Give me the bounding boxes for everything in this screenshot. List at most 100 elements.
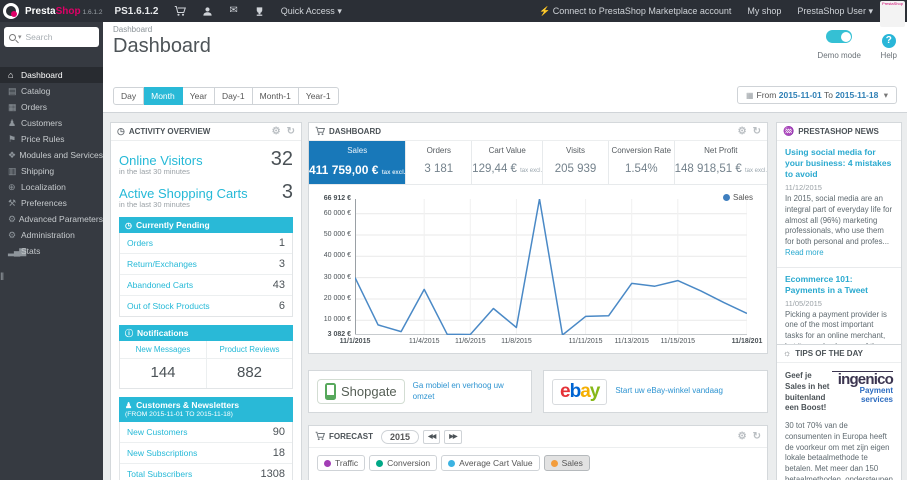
active-carts-link[interactable]: Active Shopping Carts <box>119 186 248 201</box>
new-subscriptions-link[interactable]: New Subscriptions <box>127 448 197 458</box>
article-title-link[interactable]: Using social media for your business: 4 … <box>785 147 893 180</box>
article-date: 11/12/2015 <box>785 183 822 193</box>
help-icon[interactable]: ? <box>881 34 896 48</box>
brand: PrestaShop 1.6.1.2 <box>25 6 102 17</box>
demo-mode-control: Demo mode <box>817 30 861 60</box>
search-box[interactable] <box>4 27 99 47</box>
article-date: 11/05/2015 <box>785 298 822 308</box>
toggle-average-cart-value[interactable]: Average Cart Value <box>441 455 540 471</box>
dashboard-panel-header: DASHBOARD <box>309 123 767 141</box>
toggle-sales[interactable]: Sales <box>543 455 590 471</box>
gear-icon[interactable] <box>738 127 747 137</box>
sidebar-item-customers[interactable]: Customers <box>0 115 103 131</box>
sidebar-item-dashboard[interactable]: Dashboard <box>0 67 103 83</box>
search-icon <box>9 33 16 41</box>
filter-year-1-button[interactable]: Year-1 <box>298 87 339 105</box>
ingenico-logo[interactable]: ingenico Payment services <box>831 371 894 414</box>
sidebar-collapse-button[interactable] <box>0 273 4 283</box>
x-axis-tick-label: 11/8/2015 <box>501 338 532 345</box>
forecast-year-button[interactable]: 2015 <box>381 429 420 444</box>
quick-access-menu[interactable]: Quick Access <box>281 6 342 16</box>
kpi-net-profit[interactable]: Net Profit 148 918,51 € tax excl. <box>673 141 767 184</box>
user-icon[interactable] <box>202 6 213 17</box>
tip-title: Geef je Sales in het buitenland een Boos… <box>785 371 830 413</box>
sidebar-item-advanced-parameters[interactable]: Advanced Parameters <box>0 211 103 227</box>
abandoned-carts-link[interactable]: Abandoned Carts <box>127 280 193 290</box>
my-shop-link[interactable]: My shop <box>747 6 781 16</box>
new-customers-link[interactable]: New Customers <box>127 427 187 437</box>
previous-year-button[interactable] <box>423 429 441 444</box>
x-axis-tick-label: 11/15/2015 <box>660 338 696 345</box>
sidebar-item-preferences[interactable]: Preferences <box>0 195 103 211</box>
wrench-icon <box>8 199 21 208</box>
filter-day-1-button[interactable]: Day-1 <box>214 87 253 105</box>
brand-shop: Shop <box>55 5 81 17</box>
shopgate-logo[interactable]: Shopgate <box>317 379 405 404</box>
sidebar-item-administration[interactable]: Administration <box>0 227 103 243</box>
product-reviews-link[interactable]: Product Reviews <box>206 341 292 360</box>
gear-icon[interactable] <box>272 127 281 137</box>
active-carts-subtext: in the last 30 minutes <box>119 200 190 209</box>
filter-day-button[interactable]: Day <box>113 87 145 105</box>
sidebar-item-stats[interactable]: Stats <box>0 243 103 259</box>
filter-month-1-button[interactable]: Month-1 <box>252 87 299 105</box>
topbar: PrestaShop1.6.1.2 PS1.6.1.2 Quick Access… <box>0 0 907 27</box>
kpi-conversion-rate[interactable]: Conversion Rate 1.54% <box>607 141 674 184</box>
help-label[interactable]: Help <box>881 51 897 60</box>
search-scope-caret-icon[interactable] <box>18 34 22 41</box>
product-reviews-value: 882 <box>206 359 292 389</box>
tip-body: 30 tot 70% van de consumenten in Europa … <box>785 421 893 480</box>
sidebar-item-shipping[interactable]: Shipping <box>0 163 103 179</box>
online-visitors-link[interactable]: Online Visitors <box>119 153 203 168</box>
out-of-stock-link[interactable]: Out of Stock Products <box>127 301 210 311</box>
total-subscribers-link[interactable]: Total Subscribers <box>127 469 192 479</box>
ps-version-label: PS1.6.1.2 <box>114 5 159 17</box>
ebay-link[interactable]: Start uw eBay-winkel vandaag <box>615 386 723 396</box>
trophy-icon[interactable] <box>254 6 265 17</box>
next-year-button[interactable] <box>444 429 462 444</box>
refresh-icon[interactable] <box>753 432 761 442</box>
shopgate-link[interactable]: Ga mobiel en verhoog uw omzet <box>413 381 523 402</box>
active-carts-value: 3 <box>281 181 293 203</box>
chart-legend[interactable]: Sales <box>722 193 753 202</box>
sidebar-item-orders[interactable]: Orders <box>0 99 103 115</box>
currently-pending-header: Currently Pending <box>119 217 293 234</box>
filter-month-button[interactable]: Month <box>144 87 183 105</box>
sidebar-item-price-rules[interactable]: Price Rules <box>0 131 103 147</box>
kpi-sales[interactable]: Sales 411 759,00 € tax excl. <box>309 141 406 184</box>
article-title-link[interactable]: Ecommerce 101: Payments in a Tweet <box>785 274 893 296</box>
y-axis-tick-label: 10 000 € <box>323 316 351 324</box>
read-more-link[interactable]: Read more <box>785 248 824 257</box>
toggle-conversion[interactable]: Conversion <box>369 455 438 471</box>
new-subscriptions-value: 18 <box>272 446 285 459</box>
avatar-caption: PrestaShop <box>882 1 903 6</box>
refresh-icon[interactable] <box>287 127 295 137</box>
kpi-cart-value[interactable]: Cart Value 129,44 € tax excl. <box>471 141 542 184</box>
envelope-icon[interactable] <box>229 6 237 16</box>
gear-icon[interactable] <box>738 432 747 442</box>
orders-value: 1 <box>278 237 285 250</box>
avatar[interactable]: PrestaShop <box>880 1 905 27</box>
kpi-visits[interactable]: Visits 205 939 <box>542 141 608 184</box>
y-axis-tick-label: 20 000 € <box>323 294 351 302</box>
sidebar-item-catalog[interactable]: Catalog <box>0 83 103 99</box>
sidebar-item-modules[interactable]: Modules and Services <box>0 147 103 163</box>
help-control[interactable]: ? Help <box>881 30 897 60</box>
returns-link[interactable]: Return/Exchanges <box>127 259 197 269</box>
orders-link[interactable]: Orders <box>127 238 153 248</box>
marketplace-link[interactable]: Connect to PrestaShop Marketplace accoun… <box>539 6 732 16</box>
ebay-logo[interactable]: ebay <box>552 378 608 405</box>
search-input[interactable] <box>25 32 86 42</box>
toggle-traffic[interactable]: Traffic <box>317 455 366 471</box>
cart-icon[interactable] <box>174 5 187 17</box>
filter-year-button[interactable]: Year <box>182 87 215 105</box>
date-range-button[interactable]: From 2015-11-01 To 2015-11-18 <box>736 86 897 104</box>
sidebar-item-localization[interactable]: Localization <box>0 179 103 195</box>
user-menu[interactable]: PrestaShop User <box>797 6 873 16</box>
clock-icon <box>125 222 132 230</box>
refresh-icon[interactable] <box>753 127 761 137</box>
kpi-orders[interactable]: Orders 3 181 <box>405 141 471 184</box>
demo-mode-toggle[interactable] <box>826 30 853 43</box>
new-messages-link[interactable]: New Messages <box>120 341 206 360</box>
rss-icon <box>783 127 794 136</box>
